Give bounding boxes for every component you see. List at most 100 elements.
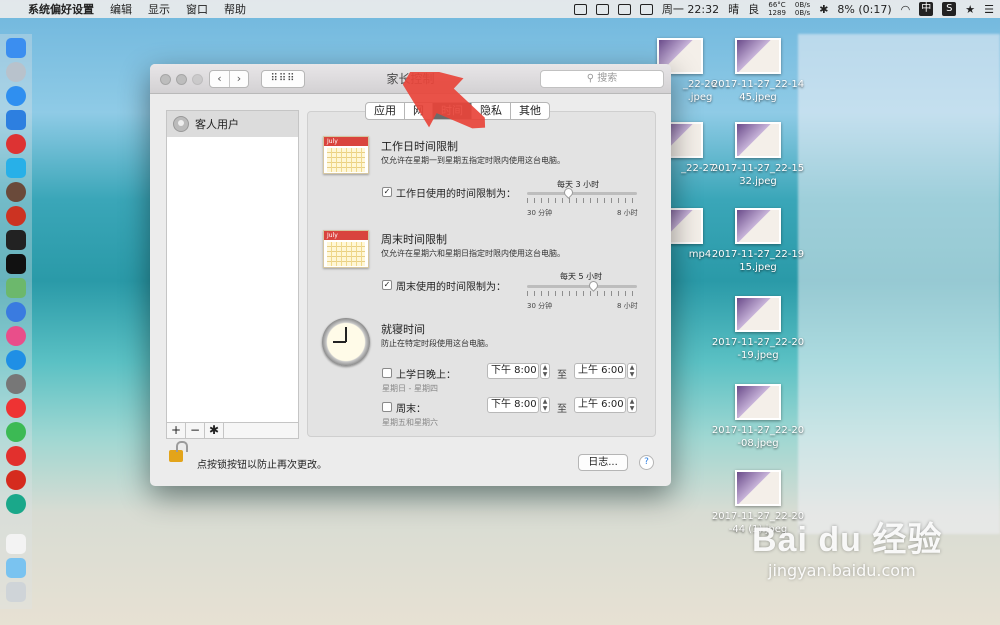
- file-label: 2017-11-27_22-14 45.jpeg: [711, 79, 805, 103]
- weekend-limit-checkbox[interactable]: ✓: [382, 280, 392, 290]
- logs-button[interactable]: 日志...: [578, 454, 628, 471]
- wifi-icon[interactable]: ◠: [901, 3, 911, 16]
- weekday-slider-track[interactable]: [527, 192, 637, 195]
- weekend-slider-track[interactable]: [527, 285, 637, 288]
- weekday-calendar-icon: July: [323, 136, 369, 174]
- network-monitor[interactable]: 0B/s 0B/s: [795, 1, 810, 17]
- desktop-file[interactable]: 2017-11-27_22-20 -19.jpeg: [703, 296, 813, 362]
- air-status[interactable]: 良: [748, 1, 759, 17]
- weekend-bedtime-checkbox[interactable]: [382, 402, 392, 412]
- downloads-folder-icon[interactable]: [6, 558, 26, 578]
- itunes-icon[interactable]: [6, 326, 26, 346]
- file-thumbnail: [735, 470, 781, 506]
- s-app-icon[interactable]: S: [942, 2, 957, 16]
- school-nights-days: 星期日 - 星期四: [382, 384, 438, 393]
- weekend-limit-desc: 仅允许在星期六和星期日指定时限内使用这台电脑。: [381, 249, 565, 258]
- stepper-arrows-icon[interactable]: ▲ ▼: [540, 397, 550, 413]
- trash-icon[interactable]: [6, 582, 26, 602]
- weibo-icon[interactable]: [6, 134, 26, 154]
- weather-status[interactable]: 晴: [728, 1, 739, 17]
- search-app-icon[interactable]: [6, 110, 26, 130]
- menu-help[interactable]: 帮助: [224, 1, 246, 17]
- search-input[interactable]: ⚲ 搜索: [540, 70, 664, 88]
- add-user-button[interactable]: +: [167, 423, 186, 438]
- watermark-sub: jingyan.baidu.com: [768, 561, 916, 580]
- cpu-monitor[interactable]: 66°C 1289: [768, 1, 786, 17]
- app-store-icon[interactable]: [6, 350, 26, 370]
- chrome-icon[interactable]: [6, 422, 26, 442]
- battery-status[interactable]: 8% (0:17): [837, 3, 891, 16]
- display-status-icon[interactable]: [617, 3, 631, 15]
- star-icon[interactable]: ★: [965, 3, 975, 16]
- school-nights-from-stepper[interactable]: 下午 8:00 ▲ ▼: [487, 363, 550, 379]
- menu-view[interactable]: 显示: [148, 1, 170, 17]
- file-thumbnail: [735, 296, 781, 332]
- desktop-file[interactable]: 2017-11-27_22-19 15.jpeg: [703, 208, 813, 274]
- desktop-file[interactable]: 2017-11-27_22-20 -08.jpeg: [703, 384, 813, 450]
- weekend-min-label: 30 分钟: [527, 302, 553, 310]
- weekend-to-stepper[interactable]: 上午 6:00 ▲ ▼: [574, 397, 637, 413]
- user-list-controls: + − ✱: [166, 422, 299, 439]
- lock-icon[interactable]: [169, 450, 183, 462]
- notification-center-icon[interactable]: ☰: [984, 3, 994, 16]
- user-list-item[interactable]: 客人用户: [167, 111, 298, 137]
- activity-monitor-icon[interactable]: [6, 230, 26, 250]
- grid-status-icon[interactable]: [639, 3, 653, 15]
- launchpad-icon[interactable]: [6, 62, 26, 82]
- weekday-limit-checkbox[interactable]: ✓: [382, 187, 392, 197]
- file-label: 2017-11-27_22-20 -19.jpeg: [711, 337, 805, 361]
- red-app-icon[interactable]: [6, 206, 26, 226]
- yandex-icon[interactable]: [6, 398, 26, 418]
- terminal-icon[interactable]: [6, 254, 26, 274]
- vivaldi-icon[interactable]: [6, 470, 26, 490]
- menu-window[interactable]: 窗口: [186, 1, 208, 17]
- bluetooth-icon[interactable]: ✱: [819, 3, 828, 16]
- cpu-value: 1289: [768, 9, 786, 17]
- document-icon[interactable]: [6, 534, 26, 554]
- stepper-arrows-icon[interactable]: ▲ ▼: [627, 397, 637, 413]
- calendar-grid: [327, 148, 365, 172]
- folder-status-icon[interactable]: [573, 3, 587, 15]
- menubar-clock[interactable]: 周一 22:32: [662, 1, 719, 17]
- school-nights-to-stepper[interactable]: 上午 6:00 ▲ ▼: [574, 363, 637, 379]
- file-thumbnail: [735, 38, 781, 74]
- school-nights-checkbox[interactable]: [382, 368, 392, 378]
- transfer-app-icon[interactable]: [6, 158, 26, 178]
- maps-icon[interactable]: [6, 278, 26, 298]
- menu-app-name[interactable]: 系统偏好设置: [28, 1, 94, 17]
- clock-hour-hand: [345, 327, 347, 342]
- green-app-icon[interactable]: [6, 494, 26, 514]
- safari-icon[interactable]: [6, 86, 26, 106]
- calendar-grid: [327, 242, 365, 266]
- remove-user-button[interactable]: −: [186, 423, 205, 438]
- desktop-file[interactable]: 2017-11-27_22-14 45.jpeg: [703, 38, 813, 104]
- menu-bar: 系统偏好设置 编辑 显示 窗口 帮助 周一 22:32 晴 良 66°C 128…: [0, 0, 1000, 18]
- calendar-month: July: [324, 231, 368, 240]
- file-label: 2017-11-27_22-19 15.jpeg: [711, 249, 805, 273]
- avatar: [173, 116, 189, 132]
- input-method-indicator[interactable]: 中: [919, 2, 934, 16]
- system-preferences-icon[interactable]: [6, 374, 26, 394]
- weekend-from-stepper[interactable]: 下午 8:00 ▲ ▼: [487, 397, 550, 413]
- gear-icon[interactable]: ✱: [205, 423, 224, 438]
- dvd-player-icon[interactable]: [6, 182, 26, 202]
- help-button[interactable]: ?: [639, 455, 654, 470]
- baidu-watermark: Bai du 经验 jingyan.baidu.com: [752, 512, 942, 580]
- netease-music-icon[interactable]: [6, 446, 26, 466]
- finder-icon[interactable]: [6, 38, 26, 58]
- tab-other[interactable]: 其他: [511, 103, 549, 119]
- sync-status-icon[interactable]: [595, 3, 609, 15]
- stepper-arrows-icon[interactable]: ▲ ▼: [627, 363, 637, 379]
- weekend-limit-label: 周末使用的时间限制为：: [396, 282, 506, 293]
- weekday-limit-desc: 仅允许在星期一到星期五指定时限内使用这台电脑。: [381, 156, 565, 165]
- weekday-slider-value: 每天 3 小时: [557, 180, 600, 189]
- desktop-file[interactable]: 2017-11-27_22-15 32.jpeg: [703, 122, 813, 188]
- qq-icon[interactable]: [6, 302, 26, 322]
- weekend-days: 星期五和星期六: [382, 418, 438, 427]
- stepper-arrows-icon[interactable]: ▲ ▼: [540, 363, 550, 379]
- net-down: 0B/s: [794, 9, 811, 17]
- user-name: 客人用户: [195, 118, 239, 131]
- menu-edit[interactable]: 编辑: [110, 1, 132, 17]
- weekend-calendar-icon: July: [323, 230, 369, 268]
- status-area: 周一 22:32 晴 良 66°C 1289 0B/s 0B/s ✱ 8% (0…: [573, 0, 994, 18]
